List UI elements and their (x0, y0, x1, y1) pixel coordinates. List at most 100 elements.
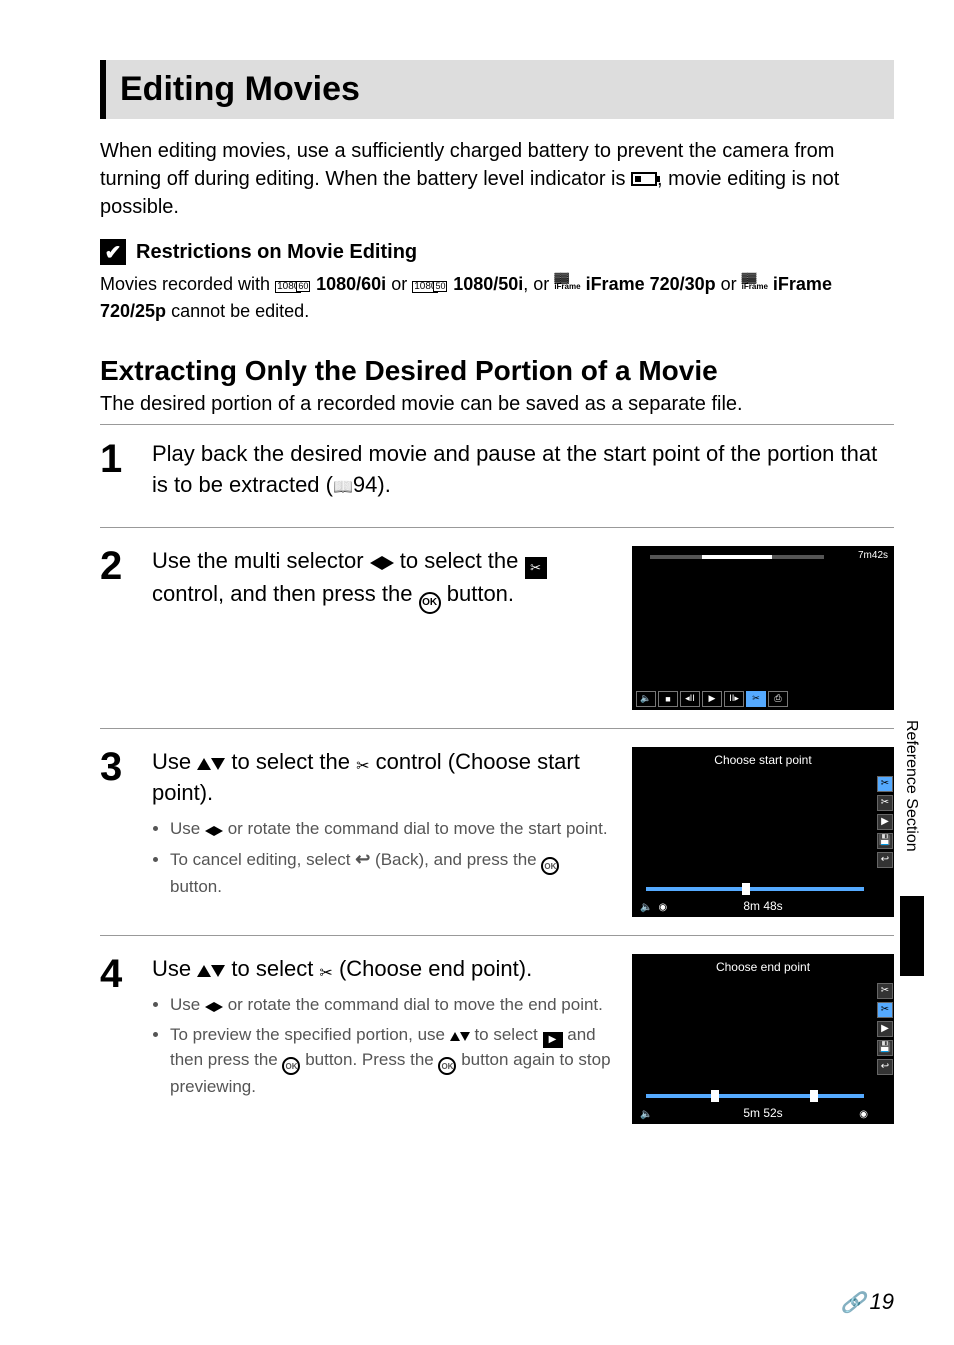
s4-b1-pre: Use (170, 995, 205, 1014)
s4-b2-mid: to select (474, 1025, 542, 1044)
ok-button-icon: OK (419, 592, 441, 614)
down-arrow-icon (211, 965, 225, 977)
dial-icon: ◉ (658, 902, 667, 913)
start-handle (711, 1090, 719, 1102)
step-3-bullets: Use or rotate the command dial to move t… (152, 817, 614, 899)
ok-button-icon: OK (282, 1057, 300, 1075)
1080-icon-2: 108050 (412, 281, 438, 293)
timeline (646, 887, 864, 891)
step-1-pre: Play back the desired movie and pause at… (152, 441, 877, 497)
save-icon: 💾 (877, 1040, 893, 1056)
restrict-mid2: , or (523, 274, 554, 294)
checkmark-icon: ✔ (100, 239, 126, 265)
restrict-mid1: or (391, 274, 412, 294)
up-arrow-icon (197, 758, 211, 770)
step-4-text: Use to select (Choose end point). (152, 954, 614, 985)
restrict-pre: Movies recorded with (100, 274, 275, 294)
page-title-bar: Editing Movies (100, 60, 894, 119)
divider (100, 424, 894, 425)
playback-time: 7m42s (858, 550, 888, 561)
step-3-bullet-2: To cancel editing, select (Back), and pr… (170, 847, 614, 899)
fmt-1080-50i: 1080/50i (453, 274, 523, 294)
iframe-icon-2: ▓▓iFrame (742, 275, 768, 291)
restrict-post: cannot be edited. (171, 301, 309, 321)
right-arrow-icon (214, 1002, 223, 1012)
timeline (646, 1094, 864, 1098)
step-4: 4 Use to select (Choose end point). Use … (100, 954, 894, 1124)
step-4-bullets: Use or rotate the command dial to move t… (152, 993, 614, 1099)
s3-b2-mid: (Back), and press the (375, 850, 541, 869)
s3-b2-post: button. (170, 877, 222, 896)
section-heading: Extracting Only the Desired Portion of a… (100, 355, 894, 387)
frame-fwd-icon: ⅠⅠ▸ (724, 691, 744, 707)
step-2-pre: Use the multi selector (152, 548, 370, 573)
scissors-icon (525, 557, 547, 579)
screen-time: 8m 48s (632, 899, 894, 913)
step-2-mid2: control, and then press the (152, 581, 419, 606)
divider (100, 527, 894, 528)
s4-b2-pre: To preview the specified portion, use (170, 1025, 450, 1044)
step-4-bullet-1: Use or rotate the command dial to move t… (170, 993, 614, 1017)
side-tab-marker (900, 896, 924, 976)
back-icon: ↩ (877, 852, 893, 868)
step-3-mid: to select the (231, 749, 356, 774)
1080-icon: 108060 (275, 281, 301, 293)
choose-start-icon (877, 776, 893, 792)
step-2-end: button. (447, 581, 514, 606)
choose-start-screen-illustration: Choose start point ▶ 💾 ↩ 8m 48s 🔈◉ (632, 747, 894, 917)
save-frame-icon: ⎙ (768, 691, 788, 707)
preview-play-icon: ▶ (543, 1032, 563, 1048)
play-icon: ▶ (702, 691, 722, 707)
step-2-number: 2 (100, 546, 134, 710)
end-handle (810, 1090, 818, 1102)
step-3-pre: Use (152, 749, 197, 774)
choose-end-screen-illustration: Choose end point ▶ 💾 ↩ 5m 52s 🔈 ◉ (632, 954, 894, 1124)
step-3-bullet-1: Use or rotate the command dial to move t… (170, 817, 614, 841)
s3-b1-pre: Use (170, 819, 205, 838)
down-arrow-icon (460, 1032, 470, 1041)
stop-icon: ■ (658, 691, 678, 707)
vol-icon: 🔈 (640, 902, 652, 913)
step-2: 2 Use the multi selector to select the c… (100, 546, 894, 710)
choose-start-icon (356, 756, 369, 778)
screen-title: Choose end point (632, 954, 894, 980)
step-1-text: Play back the desired movie and pause at… (152, 439, 894, 501)
up-arrow-icon (197, 965, 211, 977)
step-4-number: 4 (100, 954, 134, 1124)
step-1-ref: 94). (353, 472, 391, 497)
ok-button-icon: OK (541, 857, 559, 875)
edit-scissors-icon (746, 691, 766, 707)
side-tab-label: Reference Section (902, 720, 920, 852)
battery-low-icon (631, 172, 657, 186)
choose-end-icon (877, 1002, 893, 1018)
save-icon: 💾 (877, 833, 893, 849)
screen-time: 5m 52s (632, 1106, 894, 1120)
page-footer: 🔗 19 (841, 1289, 894, 1315)
choose-start-icon (877, 983, 893, 999)
step-1-number: 1 (100, 439, 134, 509)
page-number: 19 (870, 1289, 894, 1315)
manual-ref-icon (333, 472, 353, 497)
right-arrow-icon (214, 826, 223, 836)
vol-icon: 🔈 (636, 691, 656, 707)
iframe-icon: ▓▓iFrame (554, 275, 580, 291)
dial-icon: ◉ (859, 1109, 868, 1120)
playback-controls: 🔈 ■ ◂ⅠⅠ ▶ ⅠⅠ▸ ⎙ (632, 688, 894, 710)
back-arrow-icon (355, 850, 370, 869)
step-3: 3 Use to select the control (Choose star… (100, 747, 894, 917)
step-4-mid: to select (231, 956, 319, 981)
down-arrow-icon (211, 758, 225, 770)
vol-icon: 🔈 (640, 1109, 652, 1120)
restrictions-body: Movies recorded with 108060 1080/60i or … (100, 271, 894, 325)
playback-screen-illustration: 7m42s 🔈 ■ ◂ⅠⅠ ▶ ⅠⅠ▸ ⎙ (632, 546, 894, 710)
frame-back-icon: ◂ⅠⅠ (680, 691, 700, 707)
s4-b2-mid3: button. Press the (305, 1050, 438, 1069)
step-2-mid: to select the (400, 548, 525, 573)
back-icon: ↩ (877, 1059, 893, 1075)
up-arrow-icon (450, 1032, 460, 1041)
choose-end-icon (319, 963, 332, 985)
edit-side-icons: ▶ 💾 ↩ (874, 980, 894, 1078)
page-title: Editing Movies (120, 70, 880, 109)
step-3-number: 3 (100, 747, 134, 917)
right-arrow-icon (382, 556, 394, 570)
